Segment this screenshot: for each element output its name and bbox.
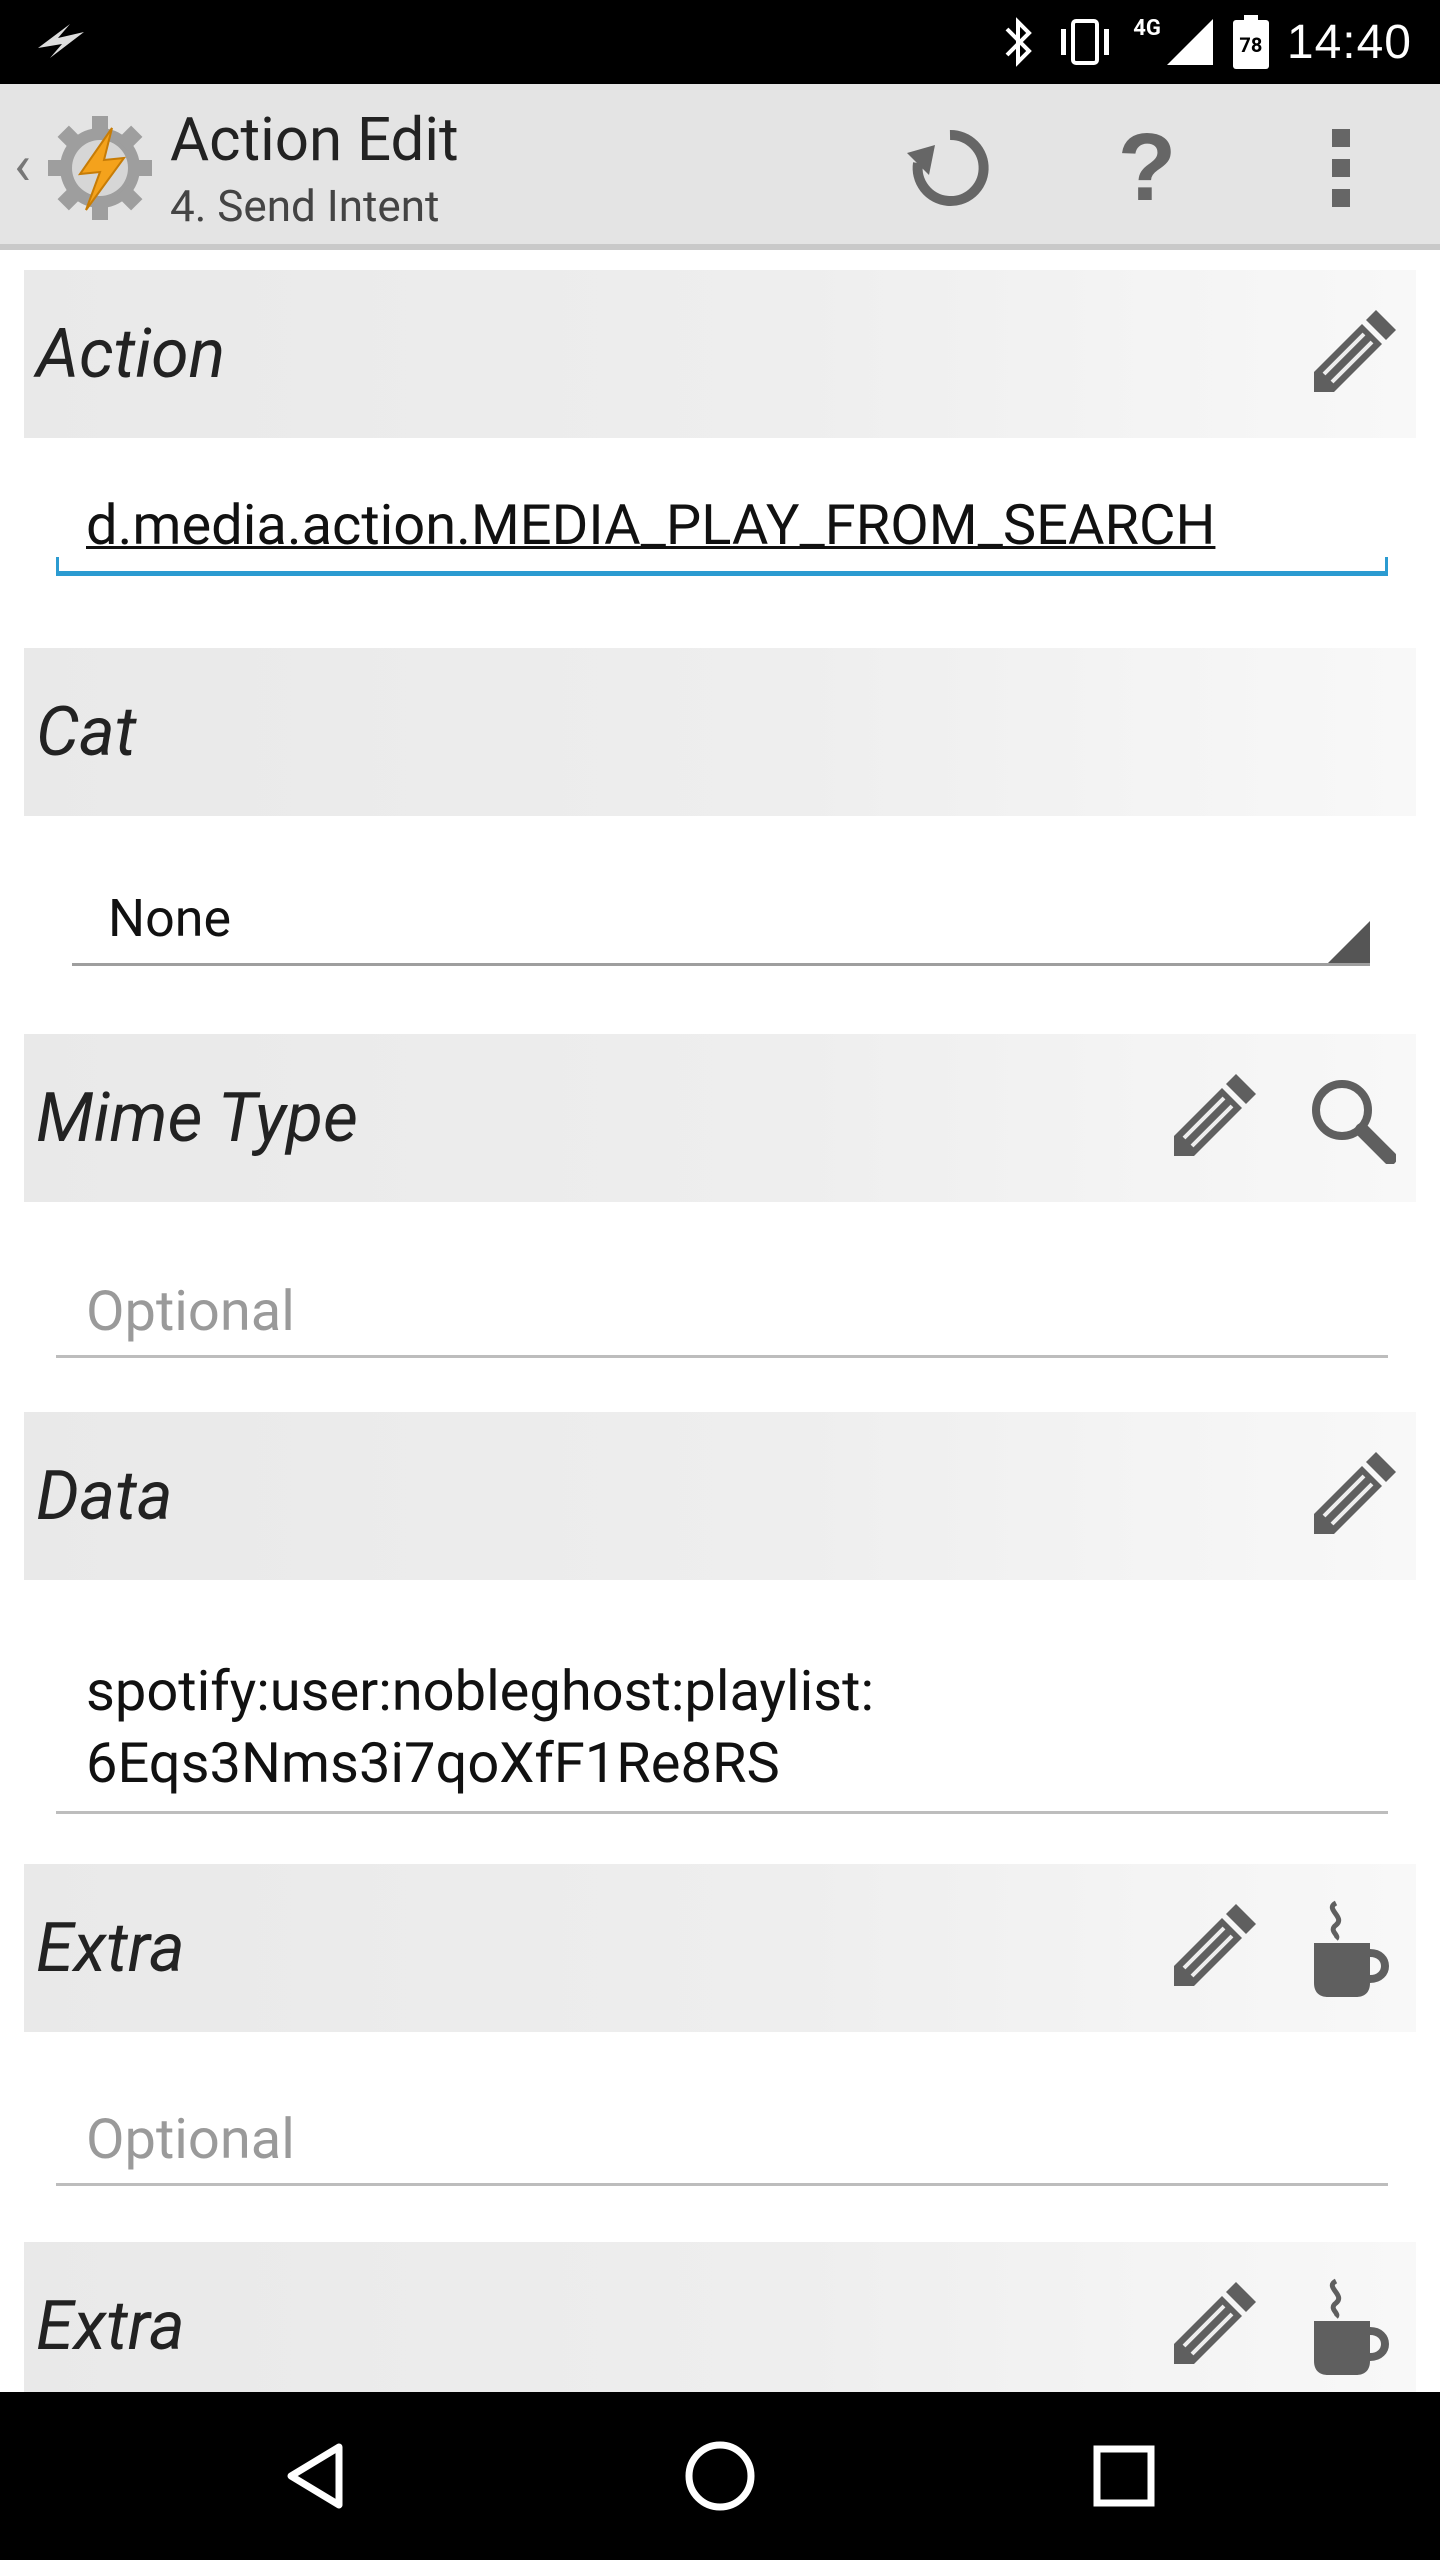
help-button[interactable]: ? bbox=[1092, 114, 1202, 221]
pencil-icon bbox=[1174, 1074, 1256, 1156]
mime-type-section-header: Mime Type bbox=[24, 1034, 1416, 1202]
clock: 14:40 bbox=[1286, 15, 1412, 69]
action-value: d.media.action.MEDIA_PLAY_FROM_SEARCH bbox=[86, 492, 1216, 558]
extra-coffee-button[interactable] bbox=[1296, 1894, 1406, 2004]
up-chevron-icon[interactable]: ‹ bbox=[14, 132, 31, 198]
action-label: Action bbox=[36, 314, 226, 394]
app-logo-icon[interactable] bbox=[46, 114, 154, 222]
extra-label: Extra bbox=[36, 1908, 185, 1988]
mime-type-label: Mime Type bbox=[36, 1078, 358, 1158]
pencil-icon bbox=[1174, 2282, 1256, 2364]
search-icon bbox=[1312, 1080, 1396, 1164]
pencil-icon bbox=[1314, 310, 1396, 392]
data-edit-button[interactable] bbox=[1296, 1442, 1406, 1552]
extra-edit-button[interactable] bbox=[1156, 1894, 1266, 2004]
back-icon bbox=[287, 2443, 343, 2509]
cat-dropdown[interactable]: None bbox=[72, 866, 1370, 966]
action-edit-button[interactable] bbox=[1296, 300, 1406, 410]
page-subtitle: 4. Send Intent bbox=[170, 180, 440, 232]
recents-icon bbox=[1093, 2445, 1155, 2507]
data-label: Data bbox=[36, 1456, 173, 1536]
nav-recents-button[interactable] bbox=[1074, 2426, 1174, 2526]
mime-type-field[interactable]: Optional bbox=[56, 1254, 1388, 1358]
pencil-icon bbox=[1174, 1904, 1256, 1986]
navigation-bar bbox=[0, 2392, 1440, 2560]
flash-icon bbox=[38, 24, 84, 58]
extra-label: Extra bbox=[36, 2286, 185, 2366]
app-bar: ‹ Action Edit 4. Send Intent ? bbox=[0, 84, 1440, 250]
pencil-icon bbox=[1314, 1452, 1396, 1534]
network-type: 4G bbox=[1133, 15, 1161, 41]
battery-icon: 78 bbox=[1232, 15, 1269, 69]
home-icon bbox=[685, 2441, 755, 2511]
data-value-line2: 6Eqs3Nms3i7qoXfF1Re8RS bbox=[86, 1730, 780, 1796]
coffee-cup-icon bbox=[1314, 1900, 1389, 1997]
coffee-cup-icon bbox=[1314, 2278, 1389, 2375]
cat-label: Cat bbox=[36, 692, 137, 772]
undo-icon bbox=[907, 129, 989, 206]
extra-coffee-button[interactable] bbox=[1296, 2272, 1406, 2382]
mime-type-edit-button[interactable] bbox=[1156, 1064, 1266, 1174]
signal-icon bbox=[1166, 19, 1213, 65]
data-section-header: Data bbox=[24, 1412, 1416, 1580]
data-field[interactable]: spotify:user:nobleghost:playlist: 6Eqs3N… bbox=[56, 1636, 1388, 1814]
cat-section-header: Cat bbox=[24, 648, 1416, 816]
action-section-header: Action bbox=[24, 270, 1416, 438]
bluetooth-icon bbox=[1005, 17, 1033, 67]
extra-section-header: Extra bbox=[24, 2242, 1416, 2392]
extra-edit-button[interactable] bbox=[1156, 2272, 1266, 2382]
page-title: Action Edit bbox=[170, 104, 459, 175]
nav-home-button[interactable] bbox=[670, 2426, 770, 2526]
extra-section-header: Extra bbox=[24, 1864, 1416, 2032]
extra-placeholder: Optional bbox=[86, 2106, 295, 2172]
action-field[interactable]: d.media.action.MEDIA_PLAY_FROM_SEARCH bbox=[56, 484, 1388, 576]
dropdown-arrow-icon bbox=[1328, 921, 1370, 963]
mime-type-placeholder: Optional bbox=[86, 1278, 295, 1344]
action-edit-form: Action d.media.action.MEDIA_PLAY_FROM_SE… bbox=[0, 256, 1440, 2392]
extra-field[interactable]: Optional bbox=[56, 2082, 1388, 2186]
help-icon: ? bbox=[1117, 114, 1177, 221]
cat-selected-value: None bbox=[108, 888, 232, 949]
undo-button[interactable] bbox=[895, 118, 1005, 218]
mime-type-search-button[interactable] bbox=[1296, 1064, 1406, 1174]
data-value-line1: spotify:user:nobleghost:playlist: bbox=[86, 1658, 875, 1724]
status-bar: 4G 78 14:40 bbox=[0, 0, 1440, 84]
overflow-menu-icon bbox=[1332, 129, 1350, 207]
nav-back-button[interactable] bbox=[266, 2426, 366, 2526]
vibrate-icon bbox=[1061, 19, 1110, 65]
overflow-menu-button[interactable] bbox=[1286, 118, 1396, 218]
battery-level: 78 bbox=[1239, 33, 1263, 57]
